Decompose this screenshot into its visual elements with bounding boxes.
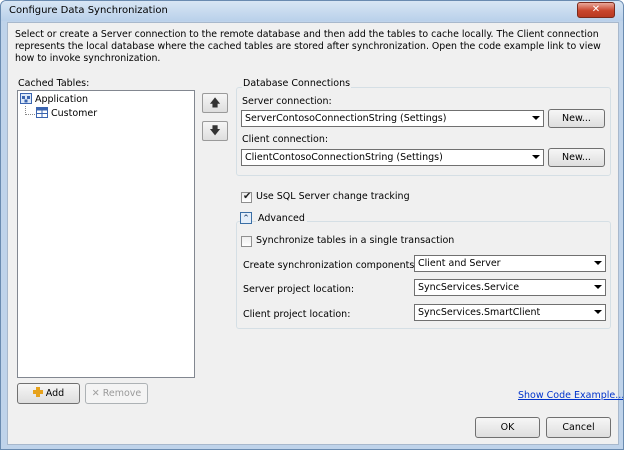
app-icon	[20, 93, 32, 104]
tree-item-application[interactable]: Application	[20, 93, 88, 106]
arrow-up-icon: 🡅	[209, 96, 221, 109]
remove-label: Remove	[102, 388, 142, 399]
change-tracking-label: Use SQL Server change tracking	[256, 191, 410, 202]
chevron-down-icon	[594, 310, 602, 314]
tree-item-label: Customer	[51, 108, 98, 119]
chevron-down-icon	[594, 261, 602, 265]
move-down-button[interactable]: 🡇	[202, 121, 228, 141]
dialog-window: Configure Data Synchronization ✕ Select …	[0, 0, 624, 450]
client-project-select[interactable]: SyncServices.SmartClient	[414, 304, 606, 321]
sync-components-value: Client and Server	[418, 258, 501, 269]
advanced-label: Advanced	[256, 213, 307, 224]
client-project-label: Client project location:	[243, 309, 351, 320]
client-project-value: SyncServices.SmartClient	[418, 307, 541, 318]
close-button[interactable]: ✕	[577, 2, 615, 18]
show-code-example-link[interactable]: Show Code Example...	[518, 390, 623, 401]
cached-tables-label: Cached Tables:	[18, 78, 90, 89]
single-transaction-checkbox[interactable]	[241, 236, 252, 247]
client-connection-select[interactable]: ClientContosoConnectionString (Settings)	[241, 149, 544, 166]
single-transaction-label: Synchronize tables in a single transacti…	[256, 235, 455, 246]
chevron-down-icon	[594, 285, 602, 289]
add-icon	[32, 387, 43, 397]
window-title: Configure Data Synchronization	[9, 5, 168, 16]
client-connection-label: Client connection:	[242, 134, 329, 145]
client-connection-value: ClientContosoConnectionString (Settings)	[245, 152, 443, 163]
table-icon	[36, 107, 48, 118]
title-bar[interactable]: Configure Data Synchronization ✕	[1, 1, 623, 21]
description-text: Select or create a Server connection to …	[15, 29, 601, 64]
new-client-connection-button[interactable]: New...	[548, 148, 605, 167]
remove-icon: ✕	[91, 388, 100, 399]
chevron-down-icon	[532, 116, 540, 120]
cached-tables-tree[interactable]: Application Customer	[17, 90, 195, 378]
dialog-body: Select or create a Server connection to …	[7, 22, 623, 445]
server-project-label: Server project location:	[243, 284, 355, 295]
chevron-down-icon	[532, 155, 540, 159]
close-icon: ✕	[591, 4, 601, 15]
remove-button[interactable]: ✕ Remove	[85, 383, 148, 404]
advanced-toggle-button[interactable]: ⌃	[240, 212, 252, 224]
server-project-select[interactable]: SyncServices.Service	[414, 279, 606, 296]
tree-item-label: Application	[35, 94, 89, 105]
add-label: Add	[45, 388, 65, 399]
change-tracking-checkbox[interactable]: ✔	[241, 191, 252, 203]
ok-button[interactable]: OK	[475, 417, 540, 438]
tree-item-customer[interactable]: Customer	[36, 107, 97, 120]
database-connections-label: Database Connections	[242, 78, 352, 89]
add-button[interactable]: Add	[17, 383, 80, 404]
tree-connector	[25, 114, 35, 115]
arrow-down-icon: 🡇	[209, 124, 221, 137]
cancel-button[interactable]: Cancel	[546, 417, 611, 438]
server-connection-select[interactable]: ServerContosoConnectionString (Settings)	[241, 110, 544, 127]
server-connection-value: ServerContosoConnectionString (Settings)	[245, 113, 447, 124]
sync-components-select[interactable]: Client and Server	[414, 255, 606, 272]
check-icon: ✔	[243, 191, 252, 202]
server-connection-label: Server connection:	[242, 96, 332, 107]
move-up-button[interactable]: 🡅	[202, 93, 228, 113]
collapse-up-icon: ⌃	[242, 214, 250, 224]
sync-components-label: Create synchronization components:	[243, 260, 418, 271]
server-project-value: SyncServices.Service	[418, 282, 520, 293]
new-server-connection-button[interactable]: New...	[548, 109, 605, 128]
